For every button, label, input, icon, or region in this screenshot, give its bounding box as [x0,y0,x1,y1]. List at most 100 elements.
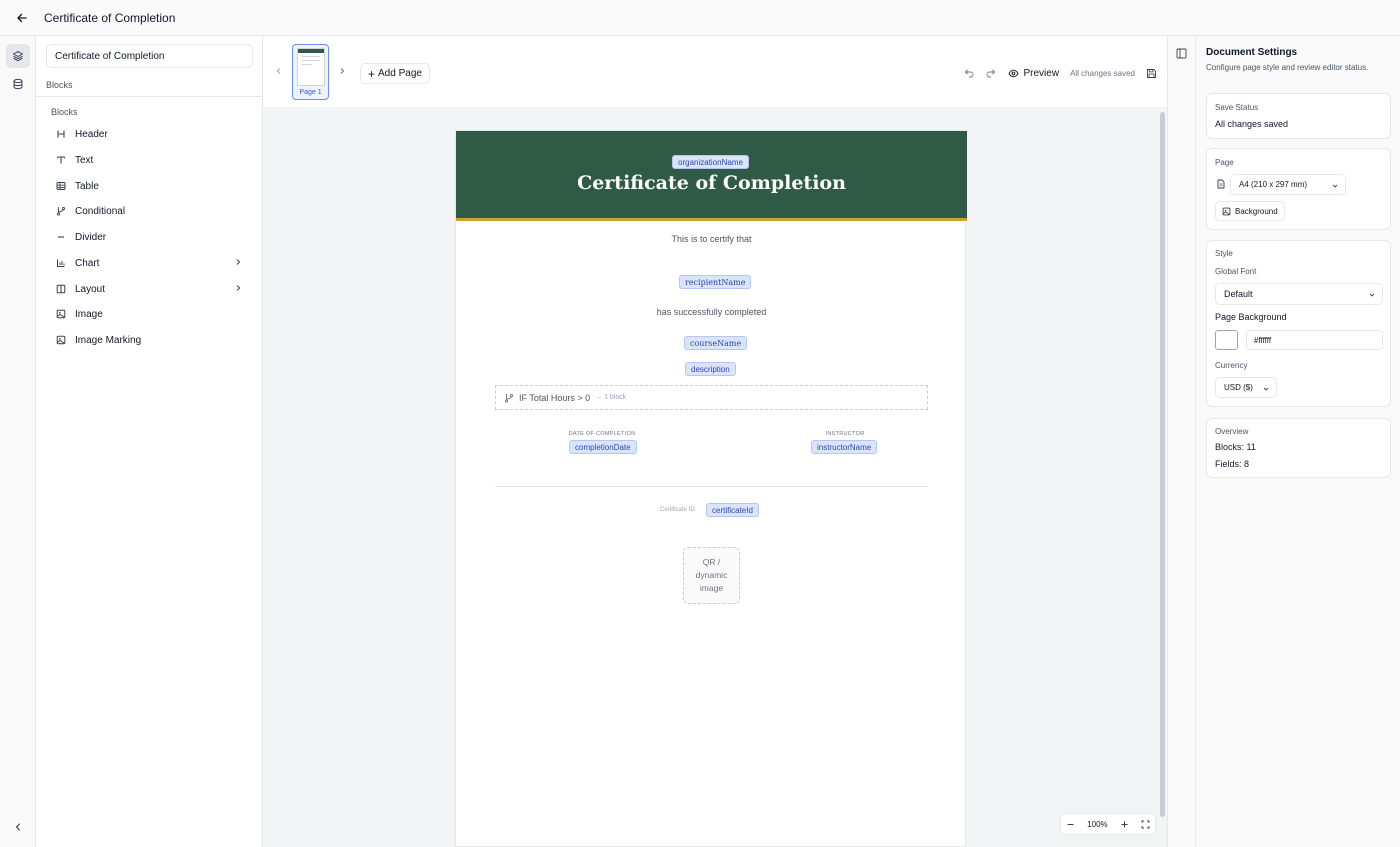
save-status-label: Save Status [1215,103,1259,112]
document-name-input[interactable]: Certificate of Completion [46,44,253,68]
page-thumbnail[interactable]: Page 1 [292,44,329,100]
minus-icon [53,229,69,245]
currency-select[interactable]: USD ($) [1215,377,1277,398]
save-icon[interactable] [1146,68,1157,79]
global-font-label: Global Font [1215,267,1257,276]
canvas-scrollbar[interactable] [1160,112,1165,817]
block-item-image[interactable]: Image [51,302,247,326]
chevron-down-icon [1263,387,1269,391]
page-card: Page A4 (210 x 297 mm) Background [1206,148,1391,230]
block-item-chart[interactable]: Chart [51,251,247,275]
completed-text: has successfully completed [656,307,767,317]
completion-date-field[interactable]: completionDate [569,440,637,454]
chevron-left-icon [15,823,21,831]
global-font-value: Default [1224,289,1253,299]
image-icon [1222,207,1231,215]
toolbar-actions: Preview All changes saved [964,63,1157,83]
collapse-sidebar-button[interactable] [6,815,30,839]
top-bar: Certificate of Completion [0,0,1400,36]
file-icon [1217,179,1225,189]
block-item-conditional[interactable]: Conditional [51,199,247,223]
course-name-field[interactable]: courseName [684,336,748,350]
eye-icon [1008,69,1020,77]
background-button[interactable]: Background [1215,201,1285,221]
header-block[interactable]: organizationName Certificate of Completi… [456,131,967,221]
instructor-name-field[interactable]: instructorName [811,440,878,454]
save-status-text: All changes saved [1070,68,1135,78]
branch-icon [504,393,514,403]
page-background-label: Page Background [1215,312,1287,322]
global-font-select[interactable]: Default [1215,283,1383,305]
back-button[interactable] [0,0,44,36]
chevron-left-icon[interactable] [274,66,284,76]
add-page-button[interactable]: + Add Page [360,63,430,84]
image-icon [53,332,69,348]
zoom-out-icon[interactable] [1066,820,1075,829]
icon-rail [0,36,36,847]
settings-title: Document Settings [1206,47,1298,58]
page-size-value: A4 (210 x 297 mm) [1239,180,1308,189]
description-field[interactable]: description [685,362,736,376]
block-item-label: Divider [75,231,107,243]
qr-image-placeholder[interactable]: QR / dynamic image [683,547,740,604]
preview-button[interactable]: Preview [1008,68,1059,79]
redo-icon[interactable] [985,68,996,79]
save-status-card: Save Status All changes saved [1206,93,1391,139]
preview-label: Preview [1023,67,1060,79]
block-item-label: Text [75,154,94,166]
zoom-level: 100% [1087,819,1108,829]
zoom-controls: 100% [1060,813,1156,835]
undo-icon[interactable] [964,68,975,79]
currency-label: Currency [1215,361,1248,370]
organization-name-field[interactable]: organizationName [672,155,749,169]
block-item-layout[interactable]: Layout [51,277,247,301]
block-item-table[interactable]: Table [51,174,247,198]
document-page: organizationName Certificate of Completi… [455,130,967,847]
block-item-image-marking[interactable]: Image Marking [51,328,247,352]
divider-block[interactable] [495,486,928,487]
document-settings-panel: Document Settings Configure page style a… [1195,36,1400,847]
recipient-name-field[interactable]: recipientName [679,275,752,289]
conditional-text: IF Total Hours > 0 [519,392,591,403]
fullscreen-icon[interactable] [1141,820,1150,829]
date-label: DATE OF COMPLETION [568,431,636,437]
block-item-text[interactable]: Text [51,148,247,172]
page-background-input[interactable]: #ffffff [1246,330,1383,350]
certificate-title: Certificate of Completion [577,172,846,194]
blocks-count: Blocks: 11 [1215,442,1256,452]
conditional-block[interactable]: IF Total Hours > 0 → 1 block [495,385,928,410]
page-background-swatch[interactable] [1215,330,1238,350]
block-item-label: Image [75,308,103,320]
overview-label: Overview [1215,427,1249,436]
page-size-select[interactable]: A4 (210 x 297 mm) [1230,174,1346,195]
block-item-label: Image Marking [75,334,142,346]
blocks-panel: Certificate of Completion Blocks Blocks … [36,36,263,847]
block-item-header[interactable]: Header [51,122,247,146]
instructor-label: INSTRUCTOR [825,431,865,437]
plus-icon: + [368,66,376,81]
settings-collapse-rail [1167,36,1195,847]
heading-icon [53,126,69,142]
image-icon [53,306,69,322]
columns-icon [53,281,69,297]
thumbnail-preview [297,48,325,86]
background-label: Background [1235,206,1278,216]
conditional-hint: → 1 block [595,394,627,401]
document-title: Certificate of Completion [44,10,176,25]
certificate-id-field[interactable]: certificateId [706,503,759,517]
add-page-label: Add Page [378,68,422,79]
section-divider [36,96,263,97]
chevron-down-icon [1332,184,1338,188]
certify-text: This is to certify that [671,234,752,244]
zoom-in-icon[interactable] [1120,820,1129,829]
database-icon [13,78,23,90]
block-item-label: Layout [75,283,106,295]
panel-toggle-icon[interactable] [1176,48,1187,59]
data-tab-button[interactable] [6,72,30,96]
layers-tab-button[interactable] [6,44,30,68]
blocks-section-title: Blocks [46,80,73,90]
block-item-divider[interactable]: Divider [51,225,247,249]
chevron-right-icon[interactable] [337,66,347,76]
settings-subtitle: Configure page style and review editor s… [1206,63,1369,72]
text-icon [53,152,69,168]
